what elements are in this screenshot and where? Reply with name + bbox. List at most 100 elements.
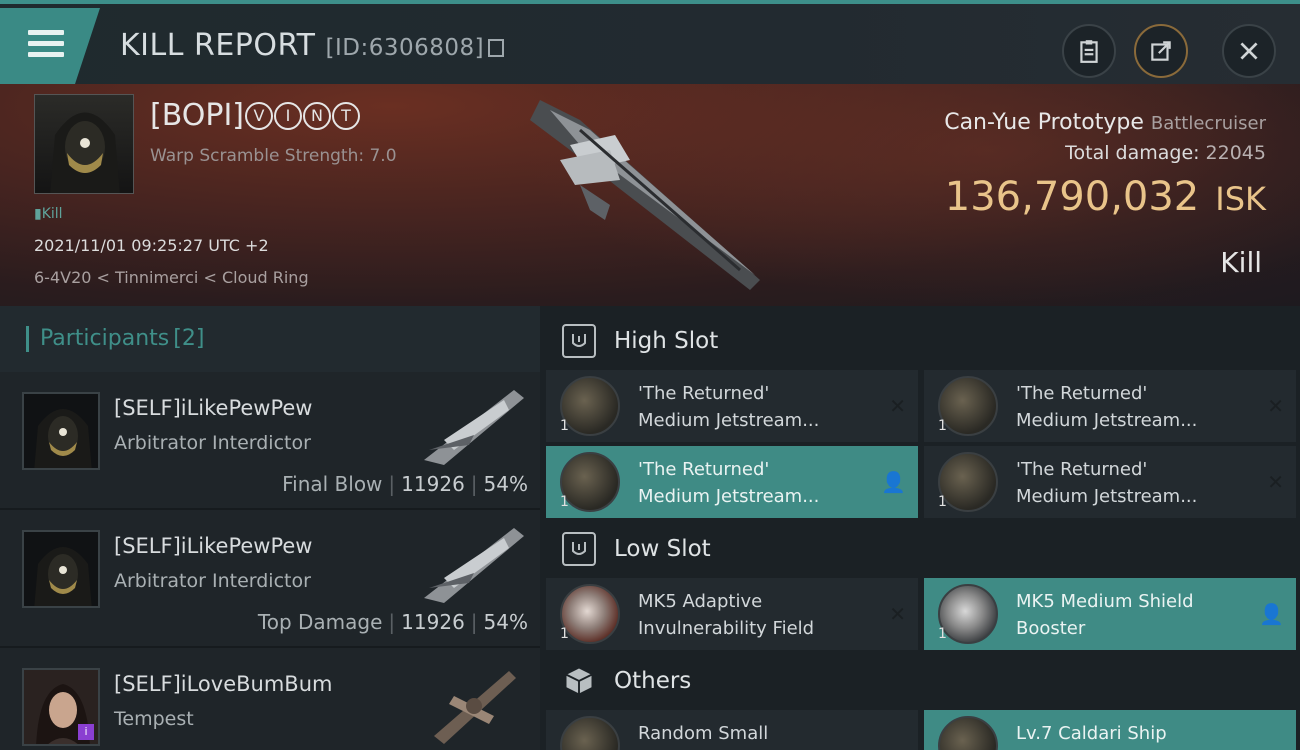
close-icon [1240,42,1258,60]
low-slot-module[interactable]: 1 MK5 Adaptive Invulnerability Field ✕ [546,578,918,650]
total-damage-label: Total damage: [1065,142,1200,164]
participant-role: Final Blow [282,472,383,496]
name-mark: T [332,102,361,130]
share-button[interactable] [1134,24,1188,78]
participant-ship-image [424,528,524,603]
participant-damage: 11926 [401,472,465,496]
module-quantity: 1 [938,418,947,434]
destroyed-icon: ✕ [1267,394,1284,418]
close-button[interactable] [1222,24,1276,78]
module-name: MK5 Medium Shield Booster [1016,588,1246,642]
participant-ship-image [424,390,524,465]
total-damage: Total damage: 22045 [1065,142,1266,164]
high-slot-module[interactable]: 1 'The Returned' Medium Jetstream... ✕ [924,370,1296,442]
destroyed-icon: ✕ [889,394,906,418]
title-text: KILL REPORT [120,28,316,63]
pilot-portrait [50,112,120,193]
victim-ship[interactable]: Can-Yue Prototype Battlecruiser [944,110,1266,135]
participant-avatar: i [22,668,100,746]
isk-amount: 136,790,032 [944,174,1200,220]
destroyed-icon: ✕ [889,602,906,626]
warp-scramble-strength: Warp Scramble Strength: 7.0 [150,146,397,166]
participant-avatar [22,530,100,608]
copy-icon[interactable] [488,39,505,57]
module-name-line: Medium Jetstream... [1016,410,1198,431]
header-bar: KILL REPORT [ID:6306808] [0,0,1300,84]
low-slot-header: Low Slot [546,518,1300,580]
victim-avatar[interactable] [34,94,134,194]
participant-name: [SELF]iLikePewPew [114,396,313,420]
participant-row[interactable]: [SELF]iLikePewPew Arbitrator Interdictor… [0,510,540,648]
high-slot-icon [562,324,596,358]
fitting-panel: High Slot 1 'The Returned' Medium Jetstre… [540,306,1300,750]
shield-module-icon [560,584,620,644]
item-icon [560,716,620,750]
name-mark: V [245,102,274,130]
module-name: MK5 Adaptive Invulnerability Field [638,588,868,642]
participant-percent: 54% [483,610,528,634]
module-name: 'The Returned' Medium Jetstream... [1016,380,1246,434]
other-item[interactable]: Random Small [546,710,918,750]
ship-name: Can-Yue Prototype [944,110,1144,135]
low-slot-icon [562,532,596,566]
module-name-line: Medium Jetstream... [638,486,820,507]
participant-row[interactable]: i [SELF]iLoveBumBum Tempest [0,648,540,750]
other-item[interactable]: Lv.7 Caldari Ship [924,710,1296,750]
participant-avatar [22,392,100,470]
module-quantity: 1 [560,494,569,510]
module-name-line: Medium Jetstream... [1016,486,1198,507]
kill-location: 6-4V20 < Tinnimerci < Cloud Ring [34,268,309,287]
participant-ship: Arbitrator Interdictor [114,570,311,592]
cube-icon [562,664,596,698]
participants-header: Participants [2] [0,306,540,372]
name-mark: N [303,102,332,130]
participants-count: [2] [173,326,205,351]
module-quantity: 1 [938,494,947,510]
participant-damage: 11926 [401,610,465,634]
high-slot-header: High Slot [546,310,1300,372]
module-name-line: Invulnerability Field [638,618,815,639]
jetstream-module-icon [560,452,620,512]
low-slot-title: Low Slot [614,536,711,562]
module-quantity: 1 [938,626,947,642]
module-name: 'The Returned' Medium Jetstream... [1016,456,1246,510]
high-slot-module[interactable]: 1 'The Returned' Medium Jetstream... ✕ [924,446,1296,518]
menu-button[interactable] [0,8,100,84]
victim-name[interactable]: [BOPI] V I N T [150,98,361,133]
others-title: Others [614,668,692,694]
dropped-person-icon: 👤 [1259,602,1284,626]
module-name-line: 'The Returned' [638,459,770,480]
low-slot-module[interactable]: 1 MK5 Medium Shield Booster 👤 [924,578,1296,650]
participant-stats: Top Damage | 11926 | 54% [257,610,528,634]
participants-panel: Participants [2] [SELF]iLikePewPew Arbitr… [0,306,540,750]
others-header: Others [546,650,1300,712]
participant-ship-image [434,671,516,744]
share-icon [1151,41,1171,61]
module-name-line: Medium Jetstream... [638,410,820,431]
participant-name: [SELF]iLikePewPew [114,534,313,558]
report-button[interactable] [1062,24,1116,78]
participant-row[interactable]: [SELF]iLikePewPew Arbitrator Interdictor… [0,372,540,510]
module-name-line: Booster [1016,618,1086,639]
high-slot-module[interactable]: 1 'The Returned' Medium Jetstream... 👤 [546,446,918,518]
participant-badge: i [78,724,94,740]
module-name-line: 'The Returned' [638,383,770,404]
kill-tag-label: Kill [41,206,63,222]
module-name: 'The Returned' Medium Jetstream... [638,456,868,510]
dropped-person-icon: 👤 [881,470,906,494]
kill-result: Kill [1220,246,1262,279]
module-name-line: MK5 Adaptive [638,591,763,612]
jetstream-module-icon [938,376,998,436]
item-name: Lv.7 Caldari Ship [1016,723,1167,744]
high-slot-title: High Slot [614,328,719,354]
kill-banner: [BOPI] V I N T Warp Scramble Strength: 7.0 ▮… [0,84,1300,306]
participant-stats: Final Blow | 11926 | 54% [282,472,528,496]
kill-id: [ID:6306808] [325,35,485,61]
kill-tag: ▮Kill [34,206,63,222]
victim-corp-tag: [BOPI] [150,98,245,133]
jetstream-module-icon [938,452,998,512]
high-slot-module[interactable]: 1 'The Returned' Medium Jetstream... ✕ [546,370,918,442]
name-mark: I [274,102,303,130]
participant-role: Top Damage [257,610,383,634]
module-name-line: MK5 Medium Shield [1016,591,1194,612]
